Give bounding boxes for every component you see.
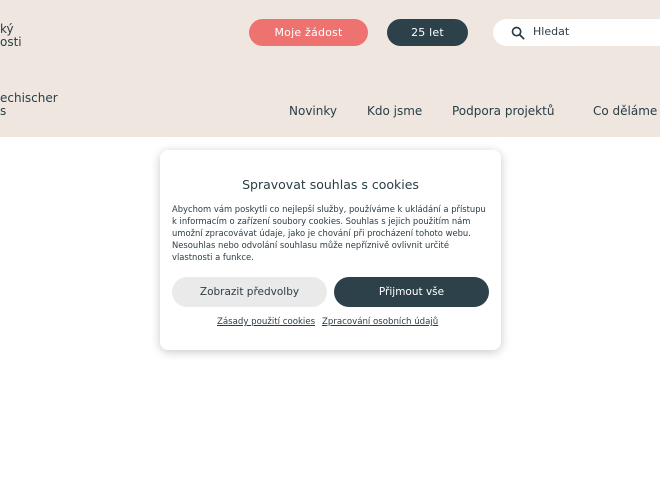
cookie-dialog-title: Spravovat souhlas s cookies — [242, 177, 419, 192]
cookie-policy-link[interactable]: Zásady použití cookies — [217, 317, 315, 327]
my-request-button[interactable]: Moje žádost — [249, 19, 368, 46]
nav-item-co-delame[interactable]: Co děláme — [593, 104, 657, 118]
nav-item-kdo-jsme[interactable]: Kdo jsme — [367, 104, 422, 118]
cookie-consent-dialog: Spravovat souhlas s cookies Abychom vám … — [160, 150, 501, 350]
search-box[interactable]: Hledat — [493, 19, 660, 46]
anniversary-button[interactable]: 25 let — [387, 19, 468, 46]
search-label: Hledat — [533, 25, 570, 38]
logo-text-line-2[interactable]: osti — [0, 35, 22, 49]
show-preferences-button[interactable]: Zobrazit předvolby — [172, 277, 327, 307]
accept-all-button[interactable]: Přijmout vše — [334, 277, 489, 307]
search-icon — [511, 26, 525, 40]
logo-text-line-1[interactable]: ký — [0, 22, 14, 36]
logo-text-line-4[interactable]: s — [0, 104, 6, 118]
site-header: ký osti echischer s Moje žádost 25 let H… — [0, 0, 660, 137]
personal-data-link[interactable]: Zpracování osobních údajů — [322, 317, 438, 327]
logo-text-line-3[interactable]: echischer — [0, 91, 58, 105]
cookie-dialog-text: Abychom vám poskytli co nejlepší služby,… — [172, 204, 486, 262]
nav-item-podpora-projektu[interactable]: Podpora projektů — [452, 104, 554, 118]
nav-item-novinky[interactable]: Novinky — [289, 104, 337, 118]
